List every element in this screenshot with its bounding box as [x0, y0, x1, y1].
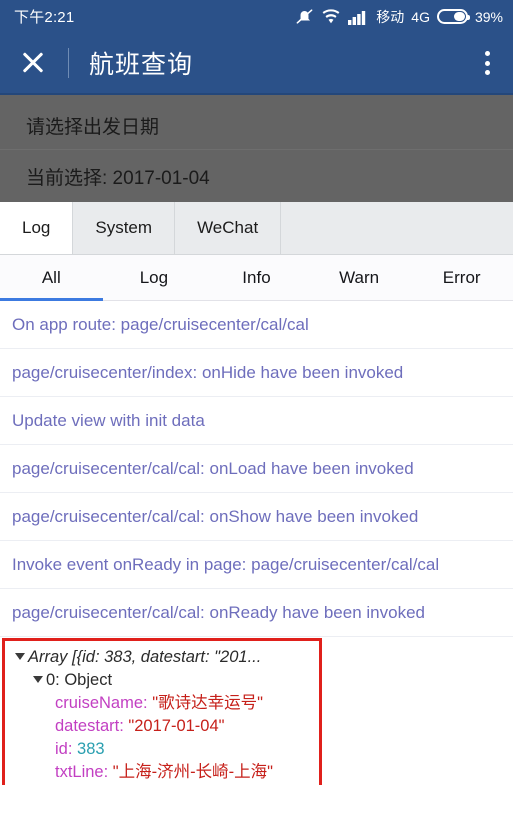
status-bar: 下午2:21 移动 4G 39% — [0, 0, 513, 33]
tab-bar-filler — [281, 202, 513, 254]
proto-value: Object — [130, 784, 181, 785]
inspector-index-label: 0: Object — [46, 671, 113, 689]
debugger-filter-tabs: All Log Info Warn Error — [0, 255, 513, 301]
filter-tab-log[interactable]: Log — [103, 255, 206, 300]
more-vertical-icon[interactable] — [475, 48, 499, 78]
inspector-index-row[interactable]: 0: Object — [11, 669, 319, 692]
battery-percent-label: 39% — [474, 8, 503, 25]
log-entry: page/cruisecenter/cal/cal: onLoad have b… — [0, 445, 513, 493]
log-entry: page/cruisecenter/cal/cal: onReady have … — [0, 589, 513, 637]
status-time: 下午2:21 — [14, 9, 75, 26]
log-entry: On app route: page/cruisecenter/cal/cal — [0, 301, 513, 349]
log-entry: page/cruisecenter/index: onHide have bee… — [0, 349, 513, 397]
inspector-root-row[interactable]: Array [{id: 383, datestart: "201... — [11, 646, 319, 669]
prop-key: txtLine: — [55, 763, 109, 781]
departure-date-prompt: 请选择出发日期 — [26, 116, 160, 138]
log-entry: page/cruisecenter/cal/cal: onShow have b… — [0, 493, 513, 541]
phone-screen: 下午2:21 移动 4G 39% 航班查询 请选择出发日期 当前选择: 2017… — [0, 0, 513, 814]
network-type-label: 4G — [411, 8, 430, 25]
close-icon[interactable] — [20, 50, 46, 76]
chevron-down-icon[interactable] — [15, 653, 25, 660]
page-content: 请选择出发日期 当前选择: 2017-01-04 — [0, 95, 513, 202]
inspector-proto-row[interactable]: __proto__: Object — [11, 784, 319, 785]
inspector-prop-row: txtLine: "上海-济州-长崎-上海" — [11, 761, 319, 784]
app-header: 航班查询 — [0, 33, 513, 95]
object-inspector-wrap: Array [{id: 383, datestart: "201... 0: O… — [0, 637, 513, 785]
filter-tab-all[interactable]: All — [0, 255, 103, 301]
filter-tab-info[interactable]: Info — [205, 255, 308, 300]
page-title: 航班查询 — [89, 51, 194, 79]
current-selection-label[interactable]: 当前选择: 2017-01-04 — [0, 150, 513, 202]
carrier-label: 移动 — [376, 8, 405, 25]
tab-log[interactable]: Log — [0, 202, 74, 254]
prop-value: "歌诗达幸运号" — [152, 694, 263, 712]
log-entry: Update view with init data — [0, 397, 513, 445]
prop-key: id: — [55, 740, 73, 758]
status-indicators: 移动 4G 39% — [295, 7, 503, 27]
prop-key: datestart: — [55, 717, 124, 735]
bell-muted-icon — [295, 7, 314, 26]
inspector-prop-row: cruiseName: "歌诗达幸运号" — [11, 692, 319, 715]
log-list[interactable]: On app route: page/cruisecenter/cal/cal … — [0, 301, 513, 785]
wifi-icon — [321, 8, 341, 25]
header-divider — [68, 48, 69, 78]
prop-key: cruiseName: — [55, 694, 148, 712]
inspector-root-label: Array [{id: 383, datestart: "201... — [28, 648, 262, 666]
log-entry: Invoke event onReady in page: page/cruis… — [0, 541, 513, 589]
prop-value: "上海-济州-长崎-上海" — [112, 763, 273, 781]
filter-tab-warn[interactable]: Warn — [308, 255, 411, 300]
battery-icon — [436, 9, 470, 24]
filter-tab-error[interactable]: Error — [410, 255, 513, 300]
debugger-panel: Log System WeChat All Log Info Warn Erro… — [0, 202, 513, 785]
object-inspector[interactable]: Array [{id: 383, datestart: "201... 0: O… — [2, 638, 322, 785]
debugger-main-tabs: Log System WeChat — [0, 202, 513, 255]
chevron-down-icon[interactable] — [33, 676, 43, 683]
inspector-prop-row: datestart: "2017-01-04" — [11, 715, 319, 738]
prop-value: 383 — [77, 740, 105, 758]
inspector-prop-row: id: 383 — [11, 738, 319, 761]
signal-bars-icon — [348, 9, 369, 25]
prop-value: "2017-01-04" — [128, 717, 225, 735]
tab-system[interactable]: System — [73, 202, 176, 254]
tab-wechat[interactable]: WeChat — [175, 202, 282, 254]
proto-key: __proto__: — [46, 784, 125, 785]
